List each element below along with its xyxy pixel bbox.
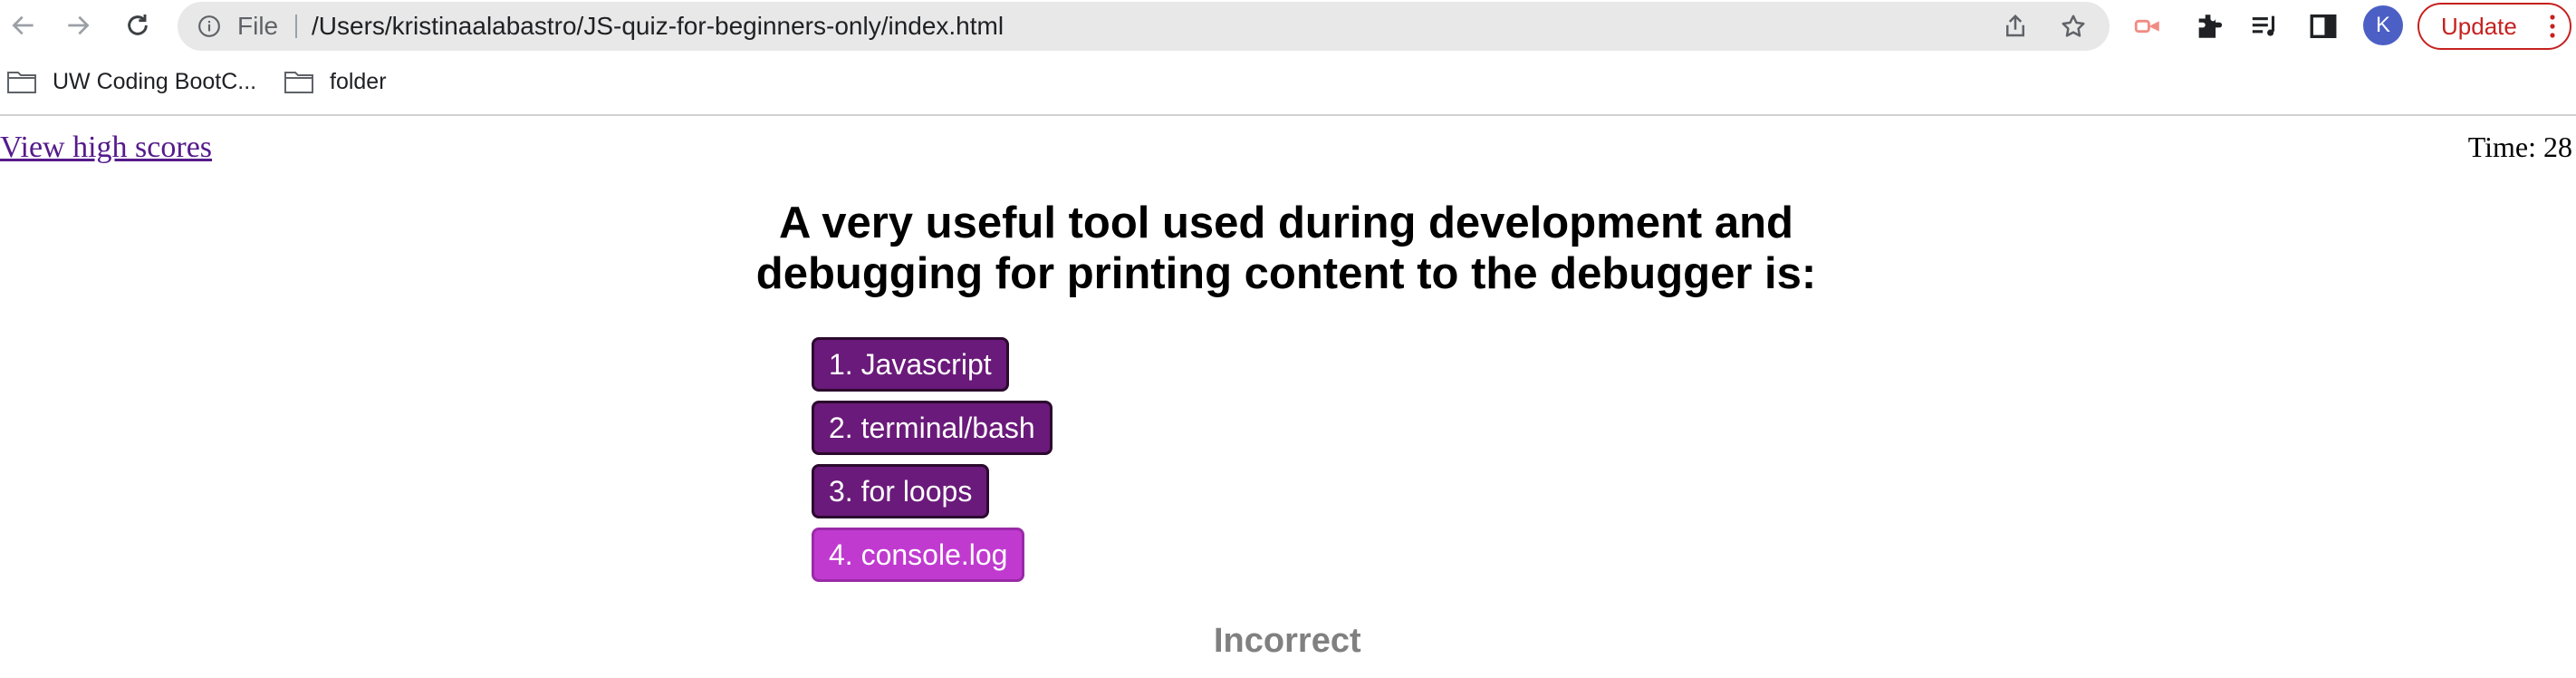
question-text: A very useful tool used during developme… (755, 199, 1817, 298)
more-icon[interactable] (2550, 14, 2555, 39)
info-icon[interactable] (197, 15, 221, 38)
address-bar[interactable]: File /Users/kristinaalabastro/JS-quiz-fo… (178, 2, 2110, 51)
cast-icon[interactable] (2132, 11, 2163, 42)
bookmarks-bar: UW Coding BootC... folder (0, 53, 2576, 116)
bookmark-folder[interactable]: folder (284, 65, 387, 98)
star-icon[interactable] (2060, 13, 2087, 40)
back-icon[interactable] (5, 7, 42, 44)
bookmark-label: UW Coding BootC... (53, 68, 257, 94)
browser-toolbar: File /Users/kristinaalabastro/JS-quiz-fo… (0, 0, 2576, 53)
forward-icon[interactable] (60, 7, 96, 44)
omnibox-divider (295, 15, 297, 38)
view-high-scores-link[interactable]: View high scores (0, 131, 212, 165)
answer-button-1[interactable]: 1. Javascript (812, 337, 1009, 392)
folder-icon (284, 72, 313, 93)
timer: Time: 28 (2467, 131, 2572, 163)
profile-avatar[interactable]: K (2363, 5, 2403, 45)
answer-button-4[interactable]: 4. console.log (812, 528, 1025, 582)
reading-list-icon[interactable] (2250, 11, 2281, 42)
folder-icon (7, 72, 36, 93)
bookmark-uw-coding[interactable]: UW Coding BootC... (7, 65, 256, 98)
answer-button-2[interactable]: 2. terminal/bash (812, 401, 1053, 455)
share-icon[interactable] (2002, 13, 2029, 40)
url-text[interactable]: /Users/kristinaalabastro/JS-quiz-for-beg… (312, 2, 1004, 51)
bookmark-label: folder (330, 68, 387, 94)
extensions-icon[interactable] (2194, 11, 2225, 42)
side-panel-icon[interactable] (2308, 11, 2339, 42)
answer-button-3[interactable]: 3. for loops (812, 464, 990, 518)
update-label: Update (2441, 12, 2517, 40)
update-button[interactable]: Update (2417, 3, 2571, 50)
answer-list: 1. Javascript 2. terminal/bash 3. for lo… (812, 337, 1053, 591)
answer-feedback: Incorrect (1214, 622, 1361, 660)
reload-icon[interactable] (120, 7, 156, 44)
scheme-label: File (237, 12, 279, 40)
